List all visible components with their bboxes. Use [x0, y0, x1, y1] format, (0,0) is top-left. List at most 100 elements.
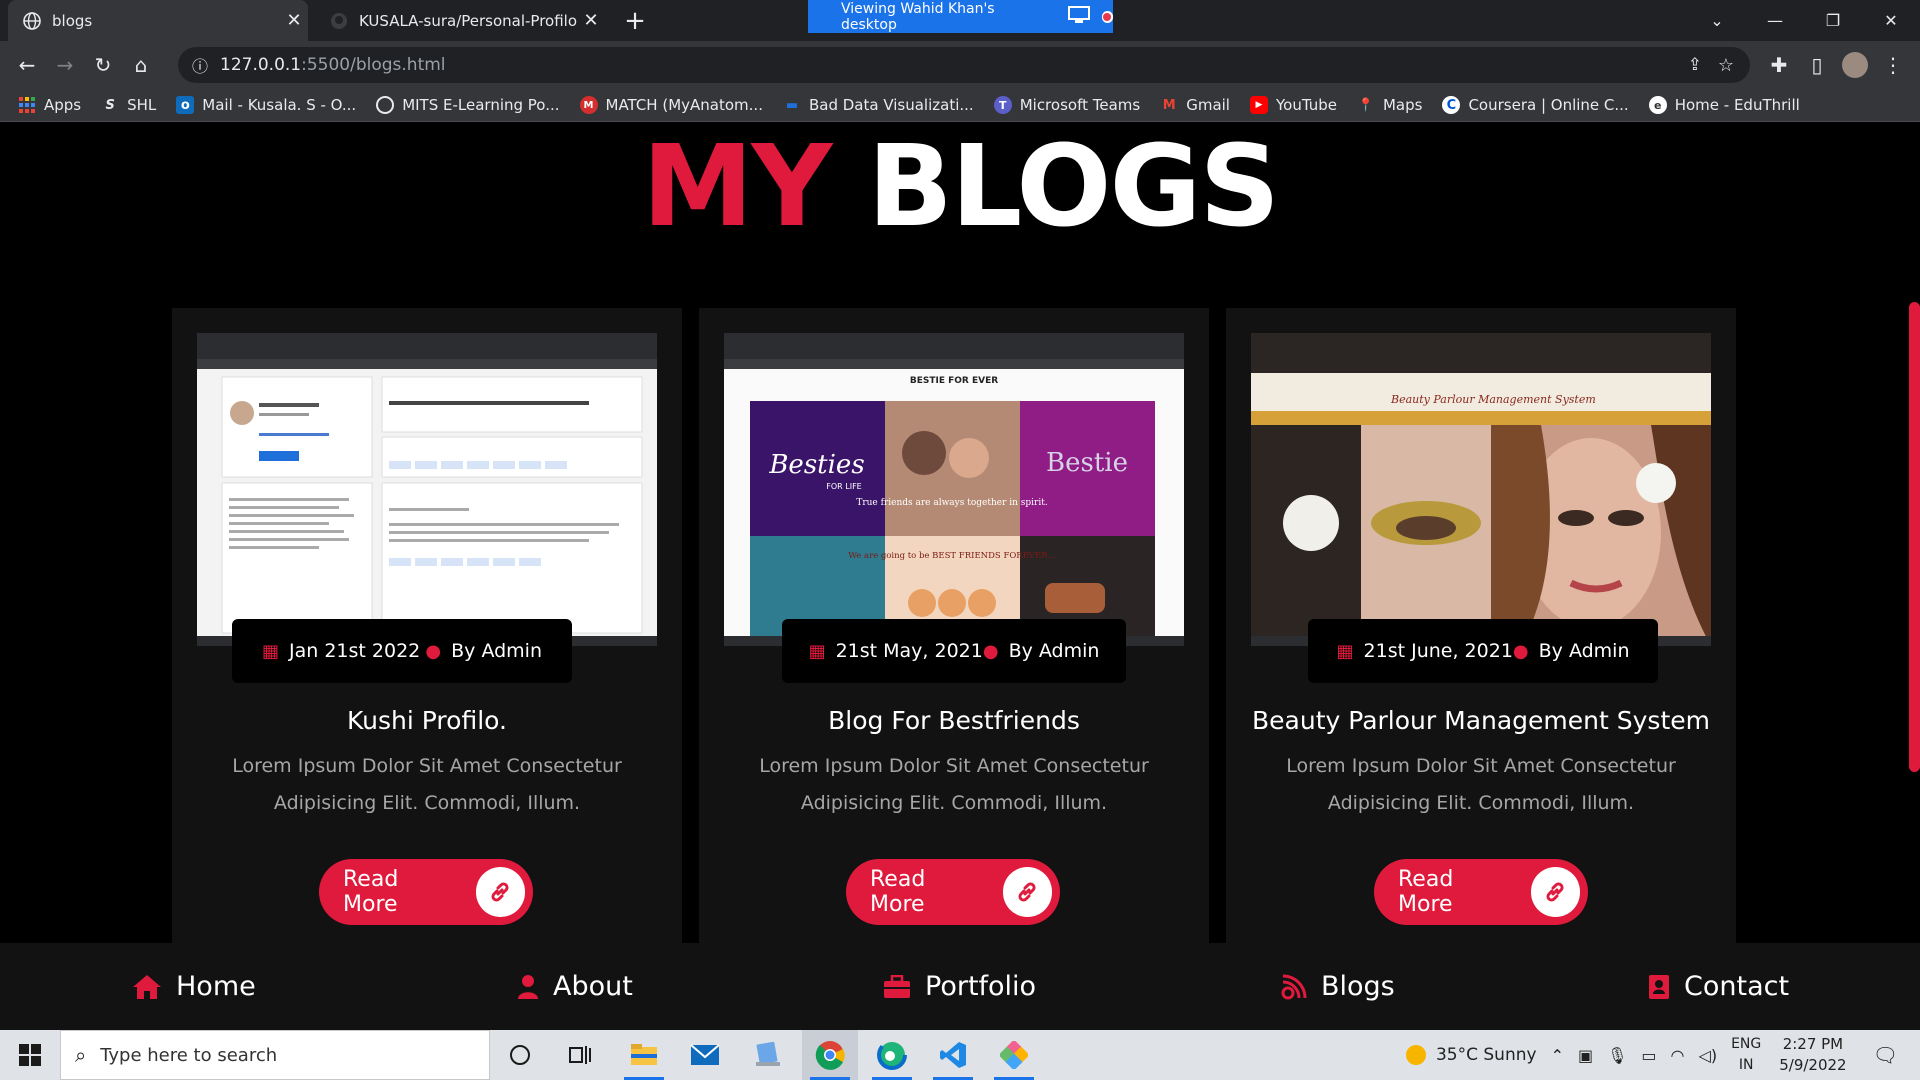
- close-tab-icon[interactable]: ✕: [280, 7, 308, 35]
- clock[interactable]: 2:27 PM 5/9/2022: [1779, 1034, 1846, 1076]
- nav-blogs[interactable]: Blogs: [1281, 971, 1395, 1002]
- address-bar[interactable]: ⓘ 127.0.0.1:5500/blogs.html ⇪ ☆: [178, 47, 1750, 83]
- minimize-button[interactable]: —: [1746, 0, 1804, 41]
- blog-thumbnail[interactable]: Beauty Parlour Management System: [1251, 333, 1711, 646]
- blog-icon: [1281, 974, 1307, 1000]
- youtube-icon: ▶: [1249, 96, 1268, 114]
- restore-button[interactable]: ❐: [1804, 0, 1862, 41]
- blog-author: By Admin: [451, 640, 542, 662]
- thumb-caption: BESTIE FOR EVER: [910, 376, 998, 386]
- nav-about[interactable]: About: [517, 971, 633, 1002]
- bookmark-coursera[interactable]: C Coursera | Online C...: [1442, 96, 1629, 114]
- show-hidden-icons[interactable]: ⌃: [1551, 1046, 1564, 1065]
- calendar-icon: ▦: [1336, 640, 1354, 662]
- screen-share-banner: Viewing Wahid Khan's desktop: [808, 0, 1113, 33]
- app-grid-icon[interactable]: [986, 1030, 1042, 1080]
- blog-meta: ▦ Jan 21st 2022 ● By Admin: [232, 619, 572, 683]
- nav-home-label: Home: [176, 971, 256, 1002]
- blog-date: 21st June, 2021: [1363, 640, 1513, 662]
- new-tab-button[interactable]: +: [620, 6, 650, 36]
- side-panel-icon[interactable]: ▯: [1798, 46, 1836, 84]
- device-app-icon[interactable]: [740, 1030, 796, 1080]
- svg-text:True friends are always togeth: True friends are always together in spir…: [856, 498, 1048, 508]
- file-explorer-icon[interactable]: [616, 1030, 672, 1080]
- extensions-icon[interactable]: ✚: [1760, 46, 1798, 84]
- globe-icon: [22, 11, 42, 31]
- svg-text:We are going to be BEST FRIEND: We are going to be BEST FRIENDS FOREVER.…: [848, 551, 1056, 561]
- blog-author: By Admin: [1538, 640, 1630, 662]
- share-icon[interactable]: ⇪: [1688, 55, 1702, 75]
- back-button[interactable]: ←: [8, 46, 46, 84]
- blog-title[interactable]: Beauty Parlour Management System: [1226, 706, 1736, 735]
- battery-icon[interactable]: ▭: [1641, 1046, 1656, 1065]
- microphone-icon[interactable]: 🎙: [1607, 1046, 1627, 1065]
- device-icon[interactable]: ▣: [1578, 1046, 1593, 1065]
- vscode-icon[interactable]: [925, 1030, 981, 1080]
- user-icon: [517, 974, 539, 1000]
- svg-text:FOR LIFE: FOR LIFE: [826, 482, 861, 491]
- blog-date: 21st May, 2021: [835, 640, 983, 662]
- read-more-button[interactable]: Read More: [1374, 859, 1588, 925]
- site-info-icon[interactable]: ⓘ: [192, 53, 208, 77]
- wifi-icon[interactable]: ◠: [1671, 1046, 1685, 1065]
- blog-card: BESTIE FOR EVER Besties FOR LIFE True fr…: [699, 308, 1209, 948]
- weather-widget[interactable]: 35°C Sunny: [1405, 1045, 1537, 1065]
- tab-github[interactable]: KUSALA-sura/Personal-Profilo-Fc ✕: [315, 0, 605, 41]
- tab-search-icon[interactable]: ⌄: [1688, 0, 1746, 41]
- bookmark-gmail[interactable]: M Gmail: [1160, 96, 1230, 114]
- volume-icon[interactable]: ◁): [1699, 1046, 1718, 1065]
- language-indicator[interactable]: ENG IN: [1731, 1034, 1761, 1076]
- menu-icon[interactable]: ⋮: [1874, 46, 1912, 84]
- bookmark-match[interactable]: M MATCH (MyAnatom...: [579, 96, 763, 114]
- bookmark-youtube[interactable]: ▶ YouTube: [1249, 96, 1337, 114]
- blog-title[interactable]: Blog For Bestfriends: [699, 706, 1209, 735]
- blog-description: Lorem Ipsum Dolor Sit Amet Consectetur A…: [232, 755, 622, 814]
- bookmark-mits[interactable]: MITS E-Learning Po...: [376, 96, 560, 114]
- match-icon: M: [579, 96, 598, 114]
- blog-card: Beauty Parlour Management System ▦ 21st J…: [1226, 308, 1736, 948]
- address-book-icon: [1648, 974, 1670, 1000]
- blog-title[interactable]: Kushi Profilo.: [172, 706, 682, 735]
- forward-button[interactable]: →: [46, 46, 84, 84]
- bottom-navigation: Home About Portfolio Blogs Contact: [0, 943, 1920, 1030]
- close-tab-icon[interactable]: ✕: [577, 7, 605, 35]
- eduthrill-icon: e: [1648, 96, 1667, 114]
- cortana-icon[interactable]: [492, 1030, 548, 1080]
- tab-blogs[interactable]: blogs ✕: [8, 0, 308, 41]
- blog-thumbnail[interactable]: [197, 333, 657, 646]
- edge-icon[interactable]: [864, 1030, 920, 1080]
- nav-home[interactable]: Home: [132, 971, 256, 1002]
- bookmark-mail[interactable]: o Mail - Kusala. S - O...: [176, 96, 356, 114]
- calendar-icon: ▦: [808, 640, 826, 662]
- star-bookmark-icon[interactable]: ☆: [1718, 55, 1734, 76]
- read-more-button[interactable]: Read More: [319, 859, 533, 925]
- bookmark-apps[interactable]: Apps: [18, 96, 81, 114]
- read-more-button[interactable]: Read More: [846, 859, 1060, 925]
- start-button[interactable]: [0, 1030, 60, 1080]
- mail-icon[interactable]: [677, 1030, 733, 1080]
- nav-portfolio[interactable]: Portfolio: [883, 971, 1036, 1002]
- taskbar-search-input[interactable]: ⌕ Type here to search: [60, 1030, 490, 1080]
- close-window-button[interactable]: ✕: [1862, 0, 1920, 41]
- notifications-icon[interactable]: 🗨: [1873, 1043, 1898, 1067]
- bookmark-teams[interactable]: T Microsoft Teams: [993, 96, 1140, 114]
- bookmark-eduthrill[interactable]: e Home - EduThrill: [1648, 96, 1800, 114]
- bookmark-shl[interactable]: S SHL: [101, 96, 156, 114]
- maps-icon: 📍: [1357, 97, 1375, 113]
- bookmark-maps[interactable]: 📍 Maps: [1357, 96, 1423, 114]
- apps-grid-icon: [18, 96, 36, 114]
- nav-contact[interactable]: Contact: [1648, 971, 1789, 1002]
- bookmark-bad-data[interactable]: ▬ Bad Data Visualizati...: [783, 96, 974, 114]
- screen-share-icon[interactable]: [1067, 5, 1090, 28]
- avatar[interactable]: [1836, 46, 1874, 84]
- blog-meta: ▦ 21st May, 2021 ● By Admin: [782, 619, 1126, 683]
- page-scrollbar[interactable]: [1909, 302, 1920, 772]
- home-button[interactable]: ⌂: [122, 46, 160, 84]
- sun-icon: [1405, 1045, 1426, 1065]
- blog-thumbnail[interactable]: BESTIE FOR EVER Besties FOR LIFE True fr…: [724, 333, 1184, 646]
- chrome-icon[interactable]: [802, 1030, 858, 1080]
- task-view-icon[interactable]: [552, 1030, 608, 1080]
- reload-button[interactable]: ↻: [84, 46, 122, 84]
- nav-blogs-label: Blogs: [1321, 971, 1395, 1002]
- user-icon: ●: [425, 640, 442, 662]
